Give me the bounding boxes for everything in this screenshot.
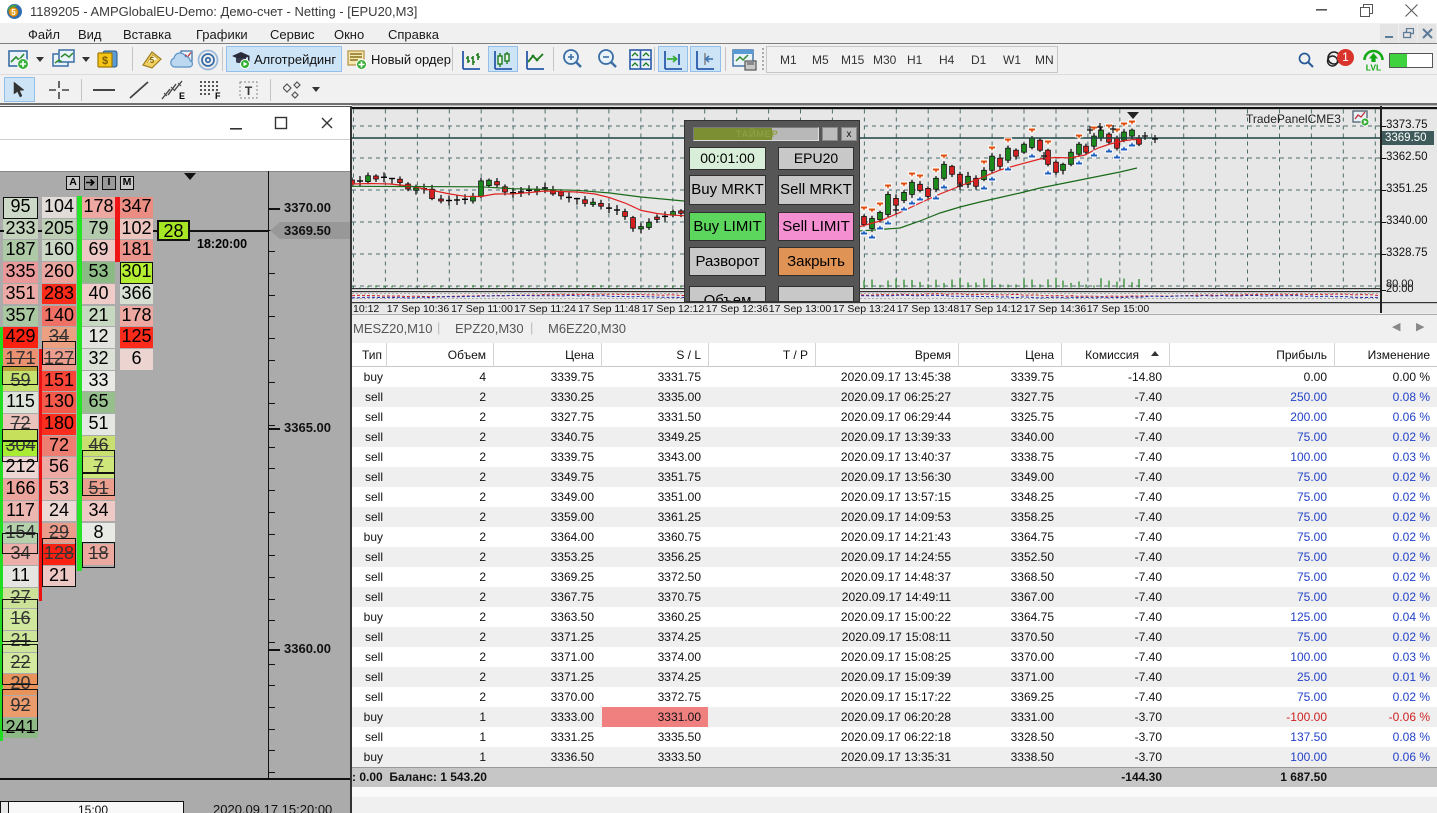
svg-text:5: 5 <box>11 8 16 17</box>
svg-text:F: F <box>215 91 221 101</box>
svg-text:$: $ <box>102 55 108 67</box>
svg-text:E: E <box>179 91 185 101</box>
svg-text:T: T <box>245 84 253 98</box>
svg-text:LVL: LVL <box>1366 63 1381 73</box>
svg-text:5: 5 <box>150 56 155 65</box>
